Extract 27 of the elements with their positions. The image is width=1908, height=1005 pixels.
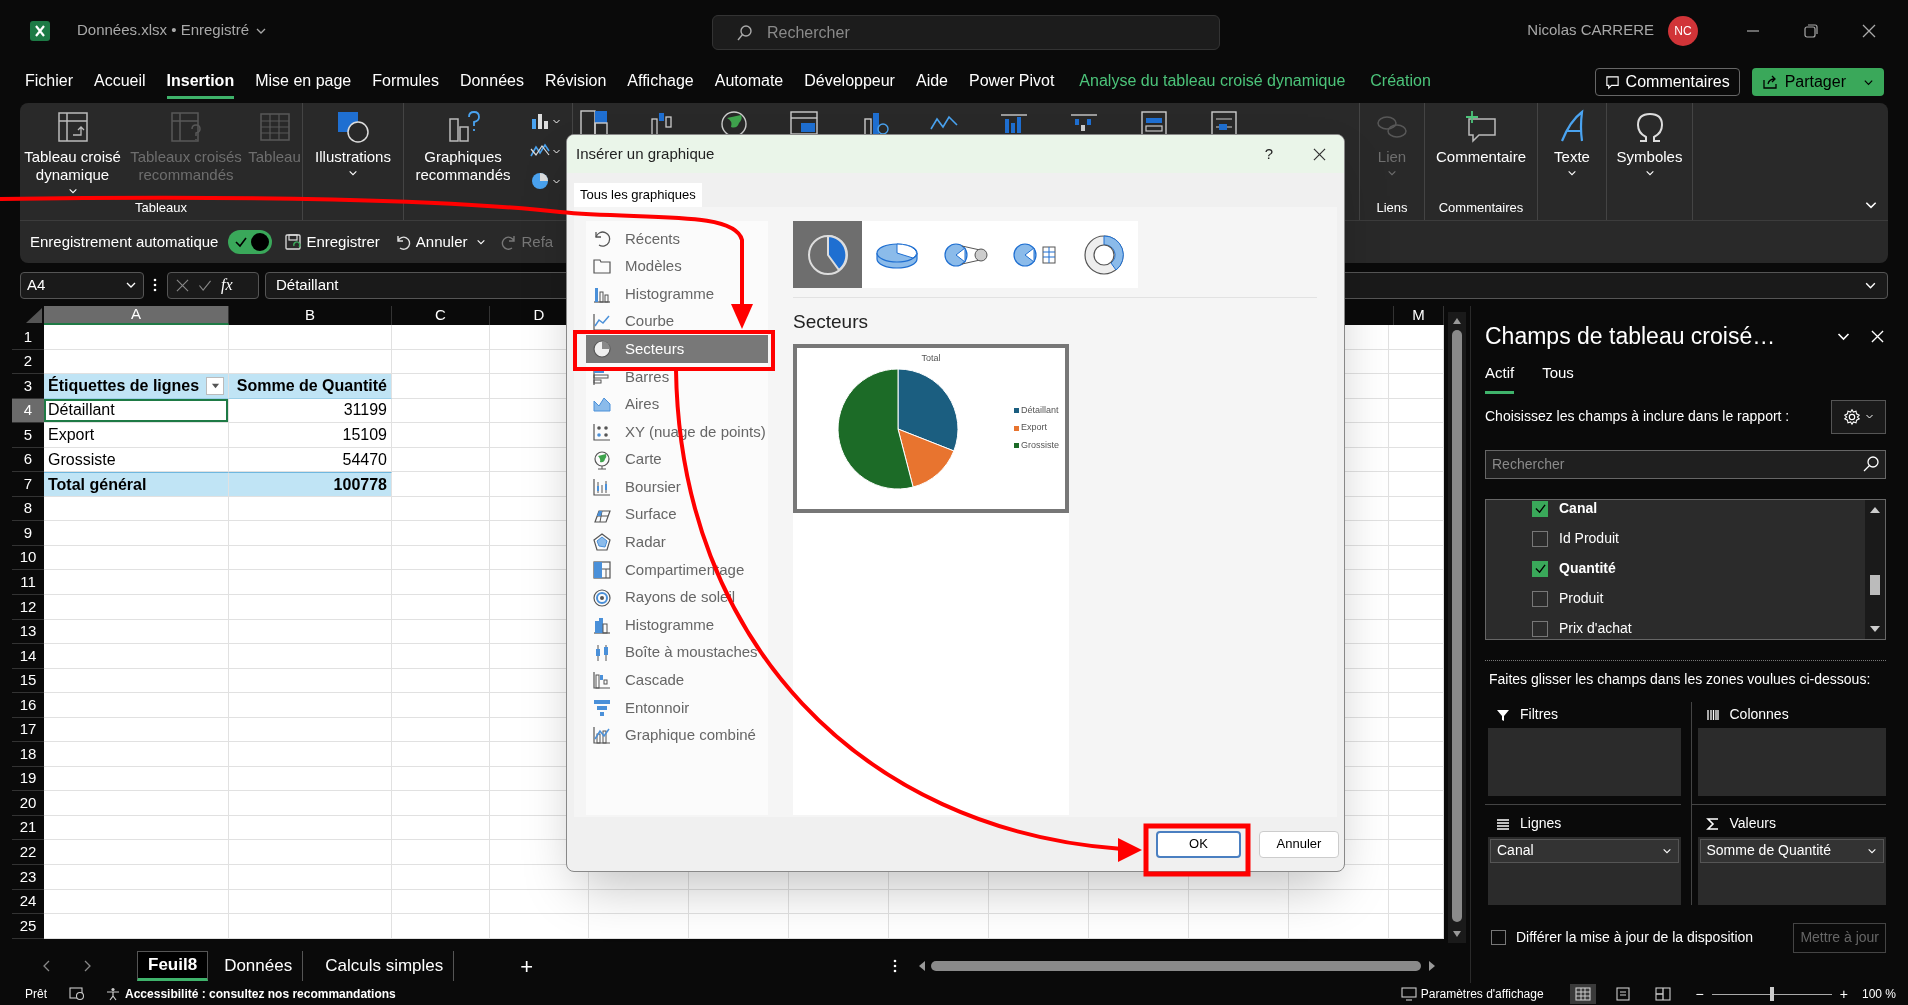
chart-type-heading: Secteurs xyxy=(793,310,869,334)
autosave-label: Enregistrement automatique xyxy=(30,231,219,252)
status-text: Prêt xyxy=(25,986,47,1003)
field-label: Canal xyxy=(1559,499,1598,518)
header-label: Étiquettes de lignes xyxy=(48,375,200,396)
group-label: Liens xyxy=(1376,199,1408,218)
checkbox-label: Différer la mise à jour de la disposition xyxy=(1516,928,1754,947)
group-label: Tableaux xyxy=(134,199,187,218)
legend-label: Export xyxy=(1021,421,1047,435)
area-label: Lignes xyxy=(1520,814,1562,833)
field-label: Prix d'achat xyxy=(1559,619,1632,638)
chart-title: Total xyxy=(921,351,941,365)
panel-title: Champs de tableau croisé… xyxy=(1485,321,1776,351)
legend-label: Détaillant xyxy=(1021,403,1059,417)
field-label: Produit xyxy=(1559,589,1604,608)
user-name: Nicolas CARRERE xyxy=(1527,20,1654,41)
drag-hint-text: Faites glisser les champs dans les zones voulues ci-dessous: xyxy=(1489,669,1872,689)
document-title: Données.xlsx • Enregistré xyxy=(77,20,249,41)
field-label: Id Produit xyxy=(1559,529,1619,548)
area-label: Filtres xyxy=(1520,705,1559,724)
area-label: Valeurs xyxy=(1729,814,1776,833)
legend-label: Grossiste xyxy=(1021,438,1059,452)
group-label: Commentaires xyxy=(1438,199,1524,218)
area-label: Colonnes xyxy=(1729,705,1789,724)
field-label: Quantité xyxy=(1559,559,1616,578)
dialog-title: Insérer un graphique xyxy=(576,143,715,164)
instruction-text: Choisissez les champs à inclure dans le rapport : xyxy=(1485,407,1790,426)
